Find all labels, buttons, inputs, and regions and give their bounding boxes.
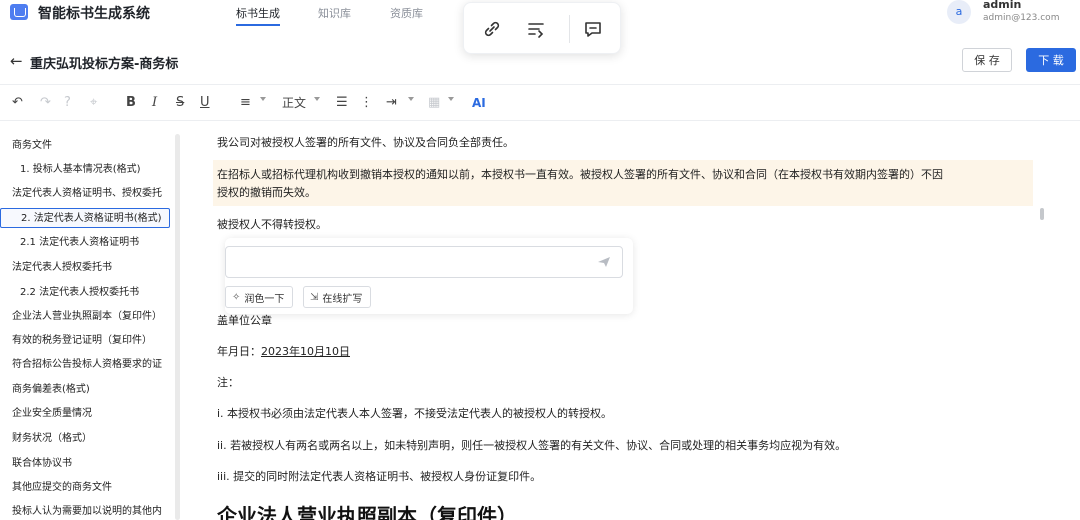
outline-item[interactable]: 投标人认为需要加以说明的其他内 [12, 502, 162, 520]
indent-icon[interactable]: ⇥ [386, 94, 397, 112]
app-title: 智能标书生成系统 [38, 6, 150, 22]
italic-button[interactable]: I [152, 94, 157, 112]
format-toolbar: ↶ ↷ ? ⌖ B I S U ≡ 正文 ☰ ⋮ ⇥ ▦ AI [0, 90, 1080, 116]
undo-icon[interactable]: ↶ [12, 94, 23, 112]
outline-item[interactable]: 2.2 法定代表人授权委托书 [20, 283, 139, 303]
outline-item[interactable]: 有效的税务登记证明（复印件） [12, 331, 152, 351]
outline-item[interactable]: 联合体协议书 [12, 454, 72, 474]
download-button[interactable]: 下 载 [1026, 48, 1076, 72]
outline-item[interactable]: 1. 投标人基本情况表(格式) [20, 160, 141, 180]
outline-sidebar: 商务文件 1. 投标人基本情况表(格式) 法定代表人资格证明书、授权委托 2. … [0, 130, 172, 520]
bullet-list-icon[interactable]: ☰ [336, 94, 348, 112]
outline-item[interactable]: 企业法人营业执照副本（复印件） [12, 307, 162, 327]
outline-item[interactable]: 财务状况（格式） [12, 429, 92, 449]
app-logo-icon [10, 4, 28, 20]
outline-item[interactable]: 其他应提交的商务文件 [12, 478, 112, 498]
format-painter-icon[interactable]: ⌖ [90, 94, 97, 112]
redo-icon[interactable]: ↷ [40, 94, 51, 112]
paragraph: 我公司对被授权人签署的所有文件、协议及合同负全部责任。 [217, 136, 514, 149]
chevron-down-icon[interactable] [408, 97, 414, 101]
outline-item[interactable]: 商务文件 [12, 136, 52, 156]
chevron-down-icon[interactable] [448, 97, 454, 101]
note-item: ii. 若被授权人有两名或两名以上，如未特别声明，则任一被授权人签署的有关文件、… [217, 439, 847, 452]
document-scrollbar[interactable] [1040, 208, 1044, 220]
date-value: 2023年10月10日 [261, 345, 350, 358]
outline-item-active[interactable]: 2. 法定代表人资格证明书(格式) [0, 208, 170, 228]
doc-header: ← 重庆弘玑投标方案-商务标 保 存 下 载 [0, 38, 1080, 84]
outline-item[interactable]: 商务偏差表(格式) [12, 380, 90, 400]
highlight-line: 在招标人或招标代理机构收到撤销本授权的通知以前，本授权书一直有效。被授权人签署的… [217, 168, 943, 181]
document-title: 重庆弘玑投标方案-商务标 [30, 57, 179, 72]
paragraph-seal: 盖单位公章 [217, 314, 272, 327]
polish-button[interactable]: ✧ 润色一下 [225, 286, 294, 308]
strikethrough-button[interactable]: S [176, 94, 184, 112]
sidebar-scrollbar[interactable] [175, 134, 180, 520]
save-button[interactable]: 保 存 [962, 48, 1012, 72]
outline-item[interactable]: 符合招标公告投标人资格要求的证 [12, 355, 162, 375]
expand-label: 在线扩写 [322, 293, 363, 305]
highlighted-paragraph: 在招标人或招标代理机构收到撤销本授权的通知以前，本授权书一直有效。被授权人签署的… [213, 160, 1033, 206]
numbered-list-icon[interactable]: ⋮ [360, 94, 373, 112]
polish-label: 润色一下 [244, 293, 285, 305]
table-icon[interactable]: ▦ [428, 94, 440, 112]
back-arrow-icon[interactable]: ← [10, 52, 23, 70]
ai-assist-panel: ✧ 润色一下 ⇲ 在线扩写 [225, 238, 633, 314]
expand-icon: ⇲ [310, 291, 319, 303]
chevron-down-icon[interactable] [260, 97, 266, 101]
section-heading: 企业法人营业执照副本（复印件） [217, 504, 517, 520]
header-divider [0, 84, 1080, 85]
polish-icon: ✧ [232, 291, 241, 303]
align-icon[interactable]: ≡ [240, 94, 251, 112]
user-email: admin@123.com [983, 13, 1060, 23]
outline-item[interactable]: 2.1 法定代表人资格证明书 [20, 233, 139, 253]
ai-button[interactable]: AI [472, 94, 486, 112]
highlight-line: 授权的撤销而失效。 [217, 186, 316, 199]
note-label: 注： [217, 376, 239, 389]
user-name: admin [983, 0, 1022, 11]
date-label: 年月日： [217, 345, 261, 358]
note-item: iii. 提交的同时附法定代表人资格证明书、被授权人身份证复印件。 [217, 470, 542, 483]
tab-knowledge-base[interactable]: 知识库 [318, 5, 351, 21]
chevron-down-icon[interactable] [314, 97, 320, 101]
outline-item[interactable]: 法定代表人资格证明书、授权委托 [12, 184, 162, 204]
toolbar-divider [0, 120, 1080, 121]
paragraph: 被授权人不得转授权。 [217, 218, 327, 231]
tab-bid-generation[interactable]: 标书生成 [236, 5, 280, 26]
bold-button[interactable]: B [126, 94, 136, 112]
expand-button[interactable]: ⇲ 在线扩写 [303, 286, 372, 308]
date-line: 年月日：2023年10月10日 [217, 343, 350, 359]
avatar[interactable]: a [947, 0, 971, 24]
note-item: i. 本授权书必须由法定代表人本人签署，不接受法定代表人的被授权人的转授权。 [217, 407, 613, 420]
paragraph-style-select[interactable]: 正文 [282, 94, 306, 112]
tab-qualification-base[interactable]: 资质库 [390, 5, 423, 21]
ai-prompt-input[interactable] [225, 246, 623, 278]
clear-format-icon[interactable]: ? [64, 94, 71, 112]
send-icon[interactable] [597, 256, 611, 268]
outline-item[interactable]: 法定代表人授权委托书 [12, 258, 112, 278]
underline-button[interactable]: U [200, 94, 210, 112]
outline-item[interactable]: 企业安全质量情况 [12, 404, 92, 424]
